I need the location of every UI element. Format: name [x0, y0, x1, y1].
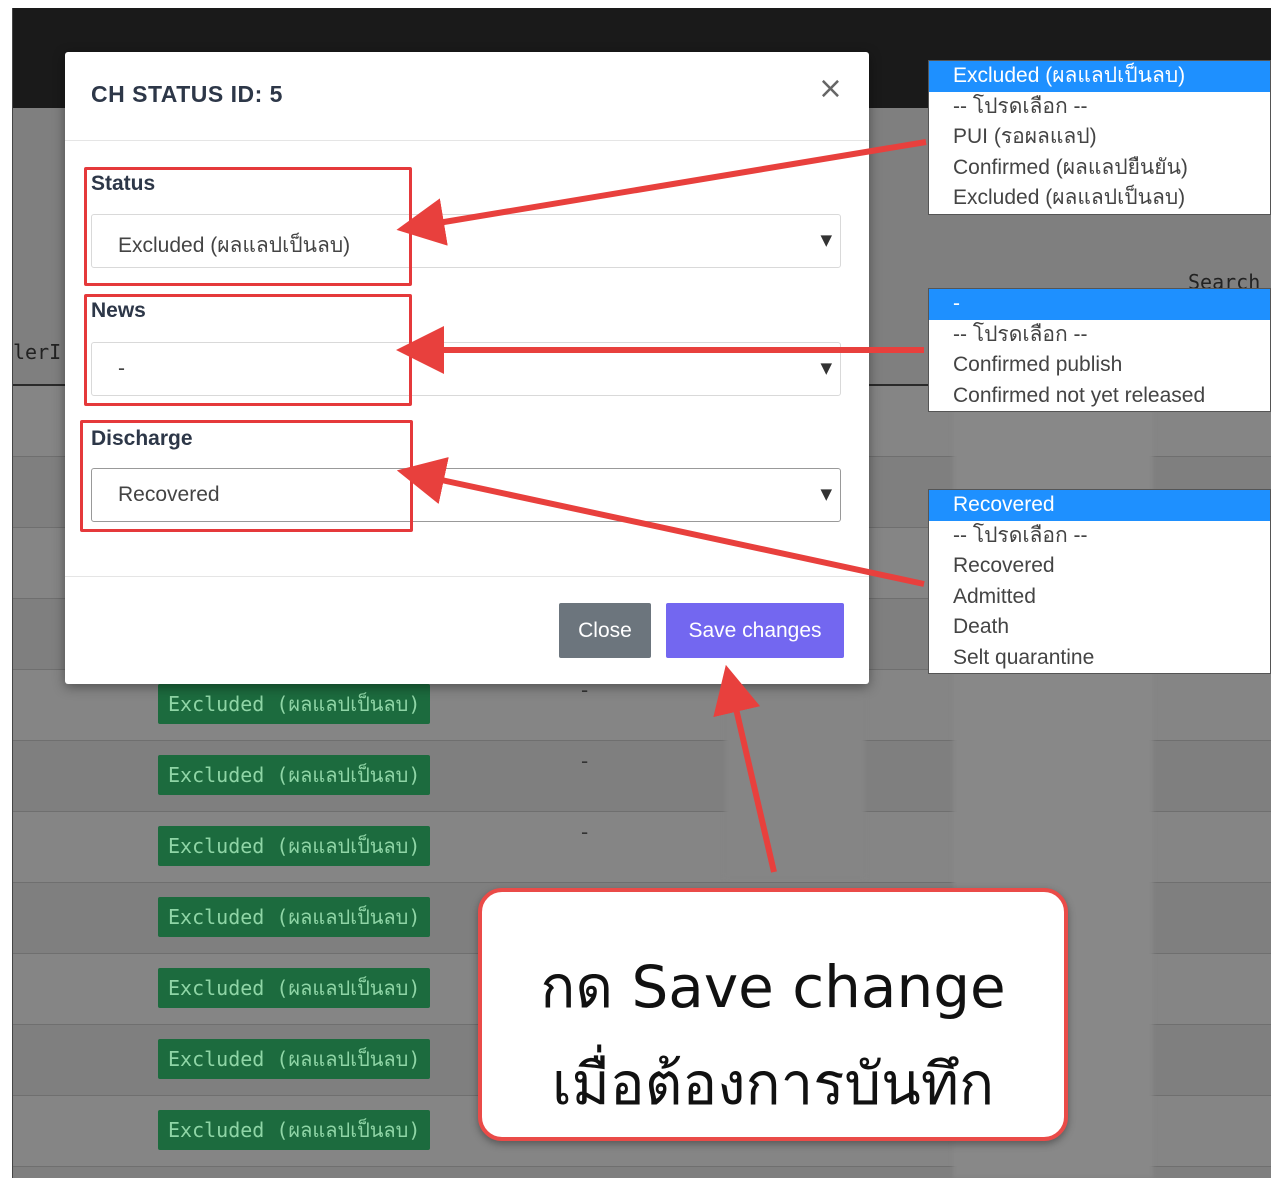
status-dropdown-list: Excluded (ผลแลปเป็นลบ) -- โปรดเลือก -- P…	[928, 60, 1271, 215]
discharge-option[interactable]: Recovered	[929, 551, 1270, 582]
status-highlight-box	[84, 167, 412, 286]
discharge-dropdown-list: Recovered -- โปรดเลือก -- Recovered Admi…	[928, 489, 1271, 674]
status-badge: Excluded (ผลแลปเป็นลบ)	[158, 897, 431, 937]
news-option[interactable]: Confirmed not yet released	[929, 381, 1270, 412]
close-icon[interactable]: ×	[818, 74, 843, 104]
news-value: -	[581, 820, 589, 844]
status-option-selected[interactable]: Excluded (ผลแลปเป็นลบ)	[929, 61, 1270, 92]
discharge-option[interactable]: Selt quarantine	[929, 643, 1270, 674]
chevron-down-icon: ▼	[820, 359, 832, 377]
callout-line-1: กด Save change	[540, 953, 1006, 1021]
discharge-option[interactable]: Admitted	[929, 582, 1270, 613]
news-highlight-box	[84, 294, 412, 406]
chevron-down-icon: ▼	[820, 485, 832, 503]
news-option[interactable]: Confirmed publish	[929, 350, 1270, 381]
news-option[interactable]: -- โปรดเลือก --	[929, 320, 1270, 351]
discharge-option[interactable]: -- โปรดเลือก --	[929, 521, 1270, 552]
status-badge: Excluded (ผลแลปเป็นลบ)	[158, 968, 431, 1008]
discharge-option[interactable]: Death	[929, 612, 1270, 643]
status-badge: Excluded (ผลแลปเป็นลบ)	[158, 826, 431, 866]
save-changes-button[interactable]: Save changes	[666, 603, 844, 658]
chevron-down-icon: ▼	[820, 231, 832, 249]
news-value: -	[581, 749, 589, 773]
modal-header-divider	[65, 140, 869, 141]
status-option[interactable]: Confirmed (ผลแลปยืนยัน)	[929, 153, 1270, 184]
column-header-fragment: lerI	[13, 340, 62, 364]
status-option[interactable]: PUI (รอผลแลป)	[929, 122, 1270, 153]
status-option[interactable]: Excluded (ผลแลปเป็นลบ)	[929, 183, 1270, 214]
discharge-highlight-box	[80, 420, 413, 532]
blurred-area	[725, 688, 865, 878]
status-badge: Excluded (ผลแลปเป็นลบ)	[158, 1039, 431, 1079]
modal-footer-divider	[65, 576, 869, 577]
instruction-callout: กด Save change เมื่อต้องการบันทึก	[478, 888, 1068, 1141]
modal-title: CH STATUS ID: 5	[91, 81, 283, 107]
status-badge: Excluded (ผลแลปเป็นลบ)	[158, 684, 431, 724]
close-button[interactable]: Close	[559, 603, 651, 658]
news-option-selected[interactable]: -	[929, 289, 1270, 320]
status-badge: Excluded (ผลแลปเป็นลบ)	[158, 1110, 431, 1150]
status-badge: Excluded (ผลแลปเป็นลบ)	[158, 755, 431, 795]
callout-line-2: เมื่อต้องการบันทึก	[551, 1050, 995, 1118]
discharge-option-selected[interactable]: Recovered	[929, 490, 1270, 521]
status-option[interactable]: -- โปรดเลือก --	[929, 92, 1270, 123]
news-dropdown-list: - -- โปรดเลือก -- Confirmed publish Conf…	[928, 288, 1271, 412]
